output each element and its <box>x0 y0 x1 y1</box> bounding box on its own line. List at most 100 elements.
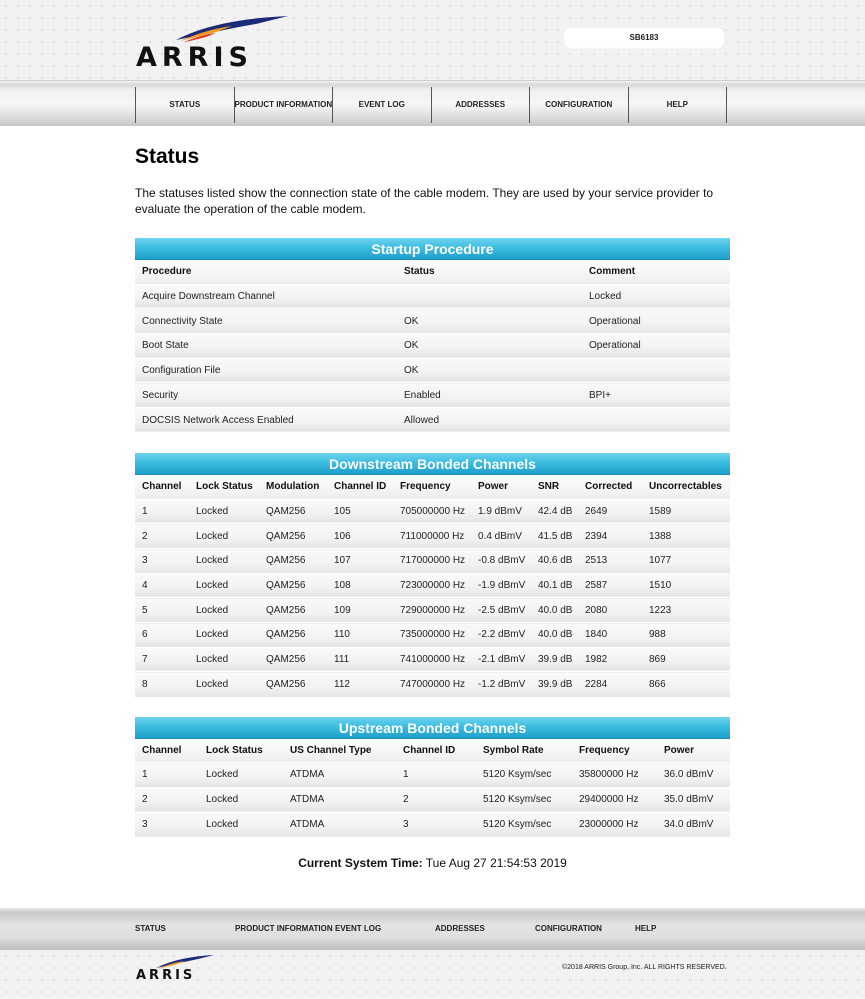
table-cell: OK <box>397 308 582 334</box>
table-cell: 705000000 Hz <box>393 498 471 524</box>
footer-link-event-log[interactable]: EVENT LOG <box>335 924 381 933</box>
table-cell: Boot State <box>135 332 397 359</box>
upstream-channels-table: Upstream Bonded Channels Channel Lock Sta… <box>135 716 730 837</box>
table-cell: QAM256 <box>259 572 327 598</box>
table-cell: OK <box>397 357 582 383</box>
table-cell: 2513 <box>578 548 642 574</box>
table-cell: 711000000 Hz <box>393 523 471 549</box>
table-cell: 729000000 Hz <box>393 597 471 623</box>
arris-logo[interactable]: ARRIS <box>136 14 296 73</box>
table-cell: 1223 <box>642 597 730 623</box>
downstream-channels-title: Downstream Bonded Channels <box>135 453 730 476</box>
table-cell: -2.5 dBmV <box>471 597 531 623</box>
table-cell: BPI+ <box>582 382 730 408</box>
nav-addresses[interactable]: ADDRESSES <box>432 87 530 123</box>
system-time-label: Current System Time: <box>298 856 423 870</box>
table-cell: QAM256 <box>259 548 327 574</box>
table-cell: QAM256 <box>259 523 327 549</box>
table-row: DOCSIS Network Access Enabled Allowed <box>135 406 730 433</box>
table-cell: Locked <box>199 786 283 812</box>
table-cell: 6 <box>135 622 189 648</box>
table-row: Boot State OK Operational <box>135 332 730 359</box>
table-cell: 2284 <box>578 671 642 697</box>
table-cell: 107 <box>327 548 393 574</box>
table-cell: 2649 <box>578 498 642 524</box>
startup-procedure-table: Startup Procedure Procedure Status Comment… <box>135 238 730 433</box>
table-row: Security Enabled BPI+ <box>135 382 730 408</box>
table-row: Connectivity State OK Operational <box>135 308 730 334</box>
table-cell: Locked <box>189 622 259 648</box>
table-cell: 988 <box>642 622 730 648</box>
table-cell: 1.9 dBmV <box>471 498 531 524</box>
table-row: 8 Locked QAM256 112 747000000 Hz -1.2 dBmV 39.… <box>135 671 730 697</box>
table-header-row: Channel Lock Status US Channel Type Channel… <box>135 738 730 763</box>
table-cell: 2 <box>135 786 199 812</box>
page-intro: The statuses listed show the connection … <box>135 186 714 216</box>
table-cell: 866 <box>642 671 730 697</box>
footer-link-product-information[interactable]: PRODUCT INFORMATION <box>235 924 333 933</box>
table-cell: Locked <box>189 671 259 697</box>
nav-help[interactable]: HELP <box>629 87 727 123</box>
column-header: Channel <box>135 475 189 500</box>
table-cell: 741000000 Hz <box>393 646 471 672</box>
table-cell: 735000000 Hz <box>393 622 471 648</box>
table-cell: Locked <box>189 646 259 672</box>
table-cell: -2.2 dBmV <box>471 622 531 648</box>
nav-status[interactable]: STATUS <box>136 87 235 123</box>
table-row: 2 Locked ATDMA 2 5120 Ksym/sec 29400000 Hz 35.… <box>135 786 730 812</box>
table-cell: 2080 <box>578 597 642 623</box>
table-cell: 8 <box>135 671 189 697</box>
table-cell: 5120 Ksym/sec <box>476 786 572 812</box>
table-cell: Locked <box>189 597 259 623</box>
table-cell: 112 <box>327 671 393 697</box>
logo-text: ARRIS <box>136 42 253 73</box>
column-header: Frequency <box>393 475 471 500</box>
table-cell: ATDMA <box>283 786 396 812</box>
column-header: Lock Status <box>199 738 283 763</box>
table-cell: 2 <box>135 523 189 549</box>
column-header: Comment <box>582 260 730 284</box>
table-row: 5 Locked QAM256 109 729000000 Hz -2.5 dBmV 40.… <box>135 597 730 623</box>
footer-arris-logo[interactable]: ARRIS <box>136 954 218 986</box>
nav-product-information[interactable]: PRODUCT INFORMATION <box>235 87 333 123</box>
table-cell: ATDMA <box>283 811 396 837</box>
table-cell: 40.1 dB <box>531 572 578 598</box>
footer-link-status[interactable]: STATUS <box>135 924 166 933</box>
table-row: 7 Locked QAM256 111 741000000 Hz -2.1 dBmV 39.… <box>135 646 730 672</box>
footer-link-addresses[interactable]: ADDRESSES <box>435 924 485 933</box>
table-header-row: Channel Lock Status Modulation Channel ID Fr… <box>135 475 730 500</box>
column-header: Channel <box>135 738 199 763</box>
table-cell: 1840 <box>578 622 642 648</box>
table-cell: 4 <box>135 572 189 598</box>
footer-link-configuration[interactable]: CONFIGURATION <box>535 924 602 933</box>
table-cell: 40.0 dB <box>531 597 578 623</box>
table-cell: 5120 Ksym/sec <box>476 811 572 837</box>
table-cell: Security <box>135 382 397 408</box>
table-cell: 1388 <box>642 523 730 549</box>
table-cell: 723000000 Hz <box>393 572 471 598</box>
table-cell: 40.0 dB <box>531 622 578 648</box>
table-cell: Operational <box>582 308 730 334</box>
table-cell: 39.9 dB <box>531 646 578 672</box>
table-cell: OK <box>397 332 582 359</box>
table-cell: 1 <box>396 762 476 788</box>
main-content: Status The statuses listed show the conn… <box>135 145 730 837</box>
column-header: Corrected <box>578 475 642 500</box>
nav-configuration[interactable]: CONFIGURATION <box>530 87 629 123</box>
table-cell: 717000000 Hz <box>393 548 471 574</box>
table-cell: QAM256 <box>259 597 327 623</box>
table-cell: QAM256 <box>259 498 327 524</box>
table-cell: 39.9 dB <box>531 671 578 697</box>
table-cell: 2 <box>396 786 476 812</box>
page-footer: ARRIS ©2018 ARRIS Group, Inc. ALL RIGHTS… <box>0 950 865 999</box>
footer-link-help[interactable]: HELP <box>635 924 656 933</box>
table-cell: 35.0 dBmV <box>657 786 730 812</box>
column-header: Frequency <box>572 738 657 763</box>
table-cell: 7 <box>135 646 189 672</box>
nav-event-log[interactable]: EVENT LOG <box>333 87 432 123</box>
column-header: Channel ID <box>327 475 393 500</box>
model-number: SB6183 <box>562 26 726 50</box>
table-cell: DOCSIS Network Access Enabled <box>135 406 397 433</box>
table-cell: Operational <box>582 332 730 359</box>
column-header: US Channel Type <box>283 738 396 763</box>
